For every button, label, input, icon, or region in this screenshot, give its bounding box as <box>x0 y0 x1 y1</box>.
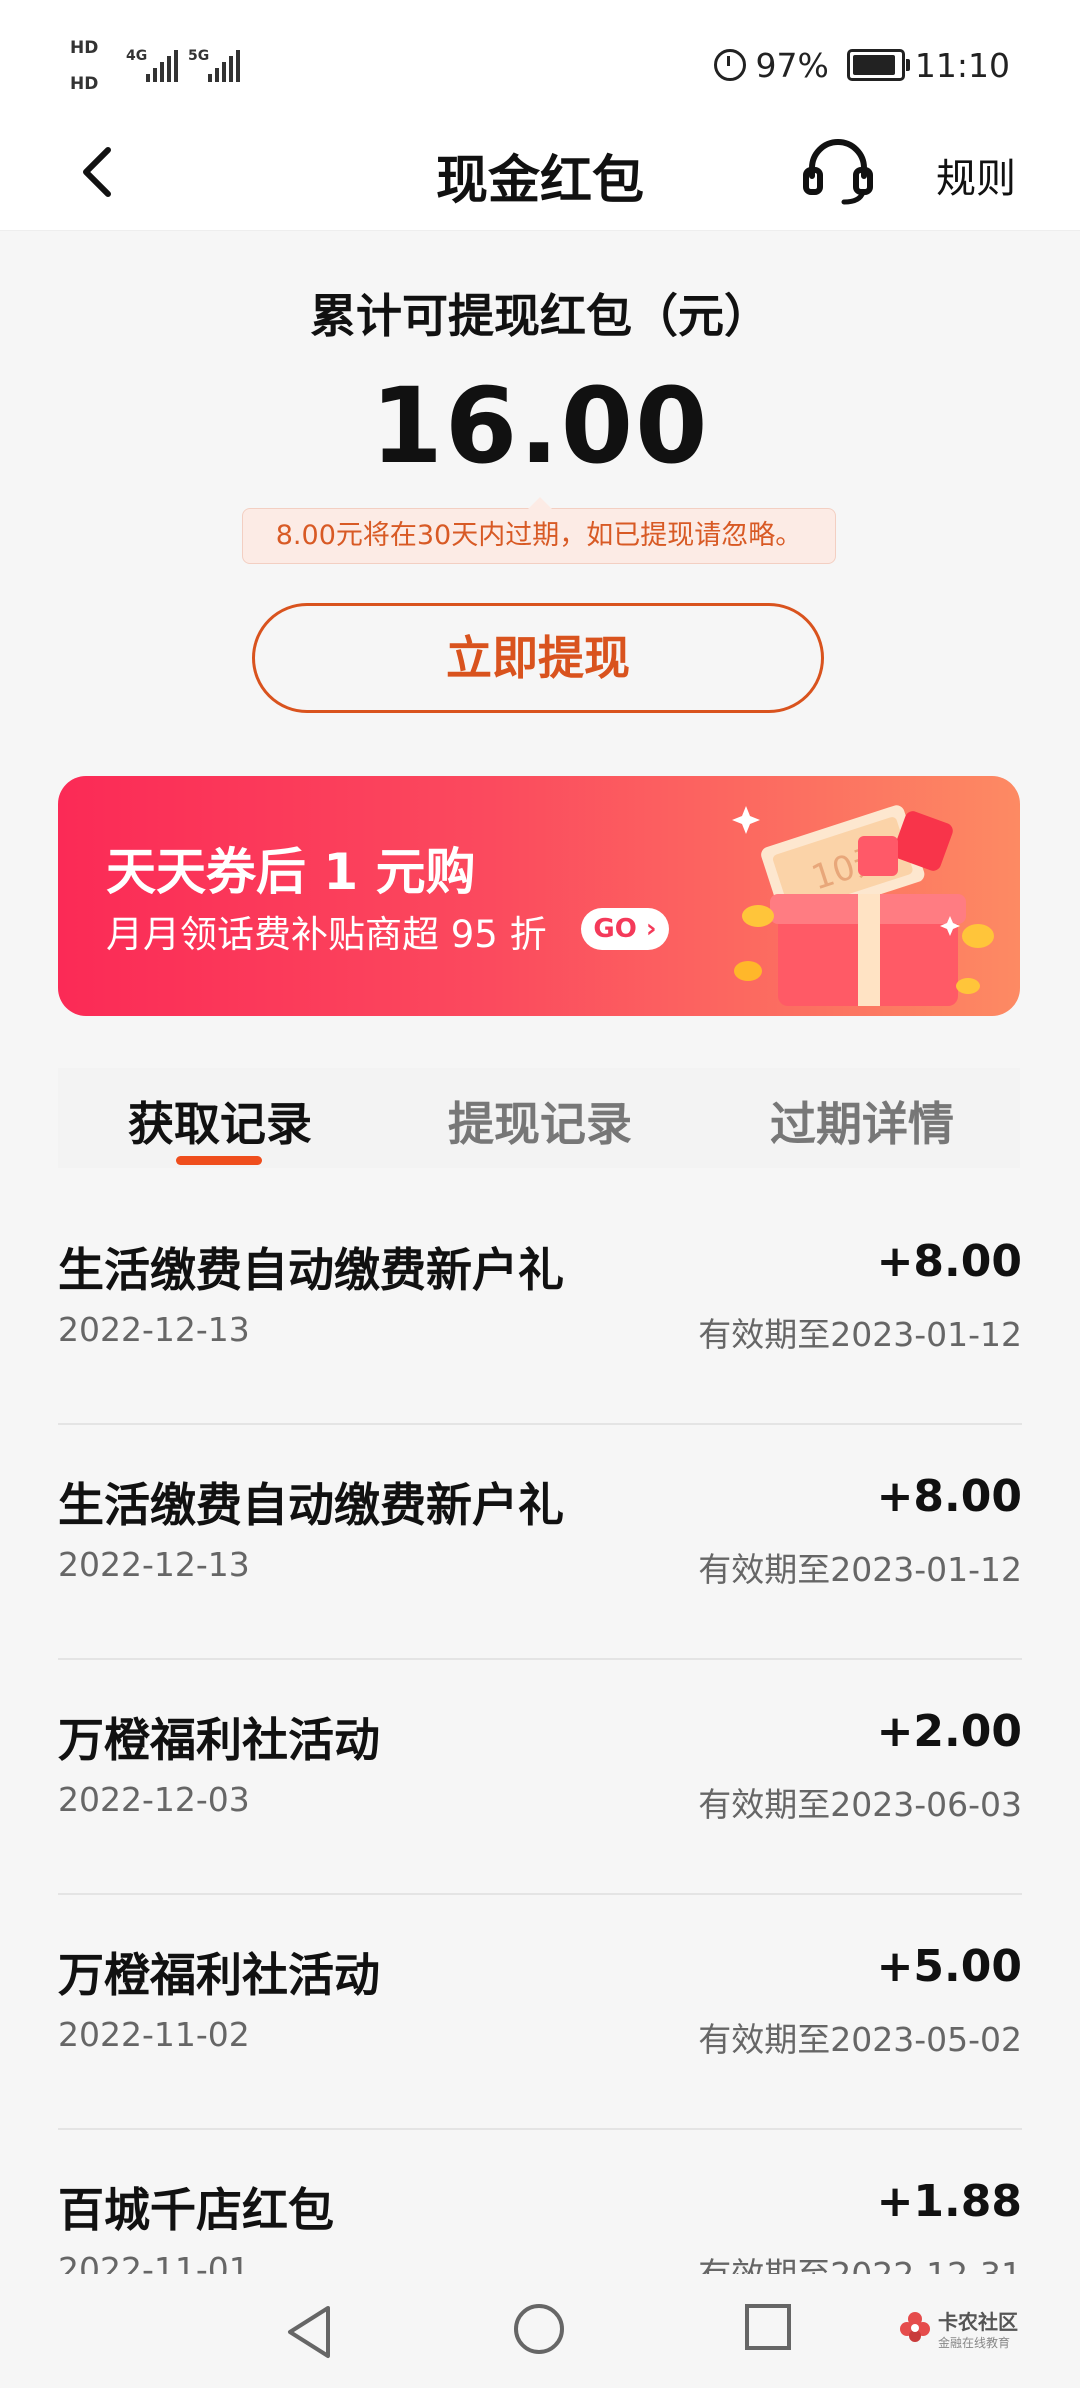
signal-icon-1 <box>146 50 178 82</box>
system-nav-bar: 卡农社区 金融在线教育 <box>0 2274 1080 2388</box>
balance-label: 累计可提现红包（元） <box>310 289 770 343</box>
list-item[interactable]: 万橙福利社活动 2022-11-02 +5.00 有效期至2023-05-02 <box>58 1895 1022 2130</box>
record-date: 2022-12-13 <box>58 1545 250 1584</box>
headset-icon[interactable] <box>800 134 876 210</box>
record-title: 万橙福利社活动 <box>58 1948 380 2002</box>
status-bar: HD HD 4G 5G 97% 11:10 <box>0 0 1080 120</box>
banner-subtitle: 月月领话费补贴商超 95 折 <box>106 913 547 956</box>
banner-title: 天天券后 1 元购 <box>106 843 476 901</box>
record-amount: +8.00 <box>876 1236 1022 1287</box>
status-right: 97% 11:10 <box>713 40 1010 90</box>
watermark-text: 卡农社区 <box>938 2310 1018 2334</box>
tab-acquire[interactable]: 获取记录 <box>128 1088 312 1154</box>
app-header: 现金红包 规则 <box>0 120 1080 231</box>
record-list: 生活缴费自动缴费新户礼 2022-12-13 +8.00 有效期至2023-01… <box>58 1190 1022 2363</box>
list-item[interactable]: 生活缴费自动缴费新户礼 2022-12-13 +8.00 有效期至2023-01… <box>58 1425 1022 1660</box>
network-type-2: 5G <box>188 48 210 64</box>
record-amount: +1.88 <box>876 2176 1022 2227</box>
record-amount: +2.00 <box>876 1706 1022 1757</box>
record-expiry: 有效期至2023-01-12 <box>698 1315 1022 1354</box>
battery-icon <box>846 49 910 81</box>
withdraw-button[interactable]: 立即提现 <box>252 603 824 713</box>
expiry-notice: 8.00元将在30天内过期，如已提现请忽略。 <box>242 497 836 564</box>
record-expiry: 有效期至2023-06-03 <box>698 1785 1022 1824</box>
record-title: 万橙福利社活动 <box>58 1713 380 1767</box>
watermark-logo: 卡农社区 金融在线教育 <box>898 2302 1018 2356</box>
network-type-1: 4G <box>126 48 148 64</box>
record-title: 生活缴费自动缴费新户礼 <box>58 1478 564 1532</box>
watermark-subtext: 金融在线教育 <box>938 2336 1011 2350</box>
go-button[interactable]: GO › <box>581 908 669 950</box>
rules-link[interactable]: 规则 <box>936 146 1016 204</box>
record-date: 2022-12-03 <box>58 1780 250 1819</box>
alarm-icon <box>713 49 746 81</box>
nav-home-icon[interactable] <box>514 2304 564 2354</box>
record-expiry: 有效期至2023-01-12 <box>698 1550 1022 1589</box>
battery-percent: 97% <box>755 45 829 85</box>
tab-expired[interactable]: 过期详情 <box>770 1088 954 1154</box>
list-item[interactable]: 生活缴费自动缴费新户礼 2022-12-13 +8.00 有效期至2023-01… <box>58 1190 1022 1425</box>
clock: 11:10 <box>914 45 1010 85</box>
balance-amount: 16.00 <box>370 365 710 487</box>
promo-banner[interactable]: 天天券后 1 元购 月月领话费补贴商超 95 折 GO › 10元 <box>58 776 1020 1016</box>
record-amount: +8.00 <box>876 1471 1022 1522</box>
page-title: 现金红包 <box>435 151 644 211</box>
record-amount: +5.00 <box>876 1941 1022 1992</box>
tab-withdraw[interactable]: 提现记录 <box>448 1088 632 1154</box>
flower-logo-icon <box>900 2312 930 2342</box>
hd-badge-1: HD <box>70 38 99 58</box>
list-item[interactable]: 万橙福利社活动 2022-12-03 +2.00 有效期至2023-06-03 <box>58 1660 1022 1895</box>
nav-back-icon[interactable] <box>284 2304 334 2360</box>
record-date: 2022-11-02 <box>58 2015 250 2054</box>
record-tabs: 获取记录 提现记录 过期详情 <box>58 1068 1020 1168</box>
signal-icon-2 <box>208 50 240 82</box>
hd-badge-2: HD <box>70 74 99 94</box>
active-tab-indicator <box>176 1156 262 1165</box>
signal-group: HD HD 4G 5G <box>70 36 270 96</box>
gift-box-icon: 10元 <box>732 805 994 1006</box>
nav-recents-icon[interactable] <box>745 2304 791 2350</box>
record-title: 百城千店红包 <box>58 2183 334 2237</box>
record-expiry: 有效期至2023-05-02 <box>698 2020 1022 2059</box>
record-title: 生活缴费自动缴费新户礼 <box>58 1243 564 1297</box>
record-date: 2022-12-13 <box>58 1310 250 1349</box>
